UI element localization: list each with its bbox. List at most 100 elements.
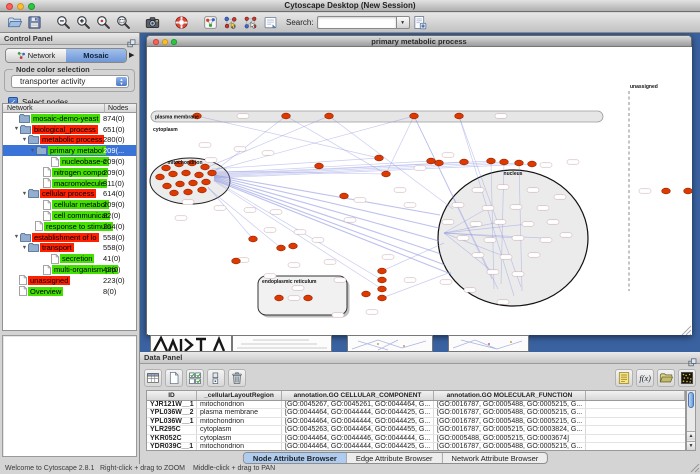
table-cell[interactable]: [GO:0016787, GO:0005488, GO:0005215, G..…: [434, 443, 586, 451]
float-panel-icon[interactable]: [127, 35, 136, 44]
expand-arrow-icon[interactable]: ▼: [21, 137, 28, 143]
graph-node[interactable]: [156, 174, 165, 180]
tree-row-unassigned[interactable]: unassigned223(0): [3, 275, 136, 286]
open-file-icon[interactable]: [4, 14, 24, 32]
delete-attribute-icon[interactable]: [228, 369, 246, 387]
window-zoom-button[interactable]: [171, 39, 177, 45]
attribute-table[interactable]: ID_cellularLayoutRegionannotation.GO CEL…: [146, 390, 686, 451]
graph-node[interactable]: [378, 268, 387, 274]
graph-node[interactable]: [378, 295, 387, 301]
edge[interactable]: [286, 116, 386, 174]
table-cell[interactable]: YJR121W__1: [147, 401, 197, 409]
graph-node[interactable]: [455, 113, 464, 119]
table-cell[interactable]: [GO:0016787, GO:0005488, GO:0005215, G..…: [434, 401, 586, 409]
tree-row-primary-metabol[interactable]: ▼primary metabol209(...: [3, 145, 136, 156]
graph-node[interactable]: [182, 170, 191, 176]
tab-network[interactable]: Network: [6, 49, 66, 62]
edge[interactable]: [208, 187, 253, 239]
edge[interactable]: [212, 116, 286, 173]
table-cell[interactable]: [GO:0044464, GO:0044446, GO:0044444, G..…: [282, 435, 434, 443]
graph-node[interactable]: [249, 236, 258, 242]
tree-row-cellular-process[interactable]: ▼cellular process614(0): [3, 189, 136, 200]
graph-node[interactable]: [500, 159, 509, 165]
graph-node[interactable]: [362, 291, 371, 297]
column-header-2[interactable]: _cellularLayoutRegion: [197, 391, 282, 400]
tree-row-multi-organism-pro[interactable]: multi-organism pro42(0): [3, 264, 136, 275]
graph-node[interactable]: [163, 183, 172, 189]
tree-row-biological-process[interactable]: ▼biological_process651(0): [3, 124, 136, 135]
graph-node[interactable]: [275, 295, 284, 301]
canvas-resize-grip[interactable]: [682, 326, 691, 335]
tree-row-macromolecule[interactable]: macromolecule311(0): [3, 178, 136, 189]
table-cell[interactable]: YLR295C: [147, 426, 197, 434]
table-cell[interactable]: [GO:0044464, GO:0044444, GO:0044425, G..…: [282, 418, 434, 426]
table-cell[interactable]: YPL036W__1: [147, 418, 197, 426]
birdseye-view-panel[interactable]: [2, 335, 137, 457]
graph-node[interactable]: [662, 188, 671, 194]
network-graph[interactable]: plasma membranecytoplasmmitochondrionnuc…: [148, 47, 692, 335]
tree-row-transport[interactable]: ▼transport558(0): [3, 243, 136, 254]
graph-node[interactable]: [378, 286, 387, 292]
save-icon[interactable]: [24, 14, 44, 32]
graph-node[interactable]: [277, 245, 286, 251]
network-panel-icon[interactable]: [200, 14, 220, 32]
window-minimize-button[interactable]: [162, 39, 168, 45]
edge[interactable]: [214, 181, 382, 289]
tab-node-attribute-browser[interactable]: Node Attribute Browser: [244, 453, 347, 463]
attribute-list-icon[interactable]: [615, 369, 633, 387]
tab-mosaic[interactable]: Mosaic: [66, 49, 126, 62]
network-view-window[interactable]: primary metabolic process plasma membran…: [146, 35, 692, 335]
graph-node[interactable]: [684, 188, 692, 194]
select-attributes-icon[interactable]: [186, 369, 204, 387]
graph-node[interactable]: [176, 181, 185, 187]
column-header-3[interactable]: annotation.GO CELLULAR_COMPONENT: [282, 391, 434, 400]
graph-node[interactable]: [232, 258, 241, 264]
table-cell[interactable]: [GO:0045267, GO:0045261, GO:0044464, G..…: [282, 401, 434, 409]
graph-node[interactable]: [325, 113, 334, 119]
network-window-titlebar[interactable]: primary metabolic process: [147, 36, 691, 47]
tree-row-cell-communicat[interactable]: cell communicat22(0): [3, 210, 136, 221]
tab-network-attribute-browser[interactable]: Network Attribute Browser: [443, 453, 548, 463]
table-cell[interactable]: YDR039C__1: [147, 443, 197, 451]
close-button[interactable]: [6, 3, 13, 10]
graph-node[interactable]: [170, 190, 179, 196]
table-cell[interactable]: [GO:0016787, GO:0005215, GO:0003824, G..…: [434, 426, 586, 434]
zoom-button[interactable]: [28, 3, 35, 10]
tree-row-cellular-metabol[interactable]: cellular metabol209(0): [3, 199, 136, 210]
zoom-out-icon[interactable]: [53, 14, 73, 32]
search-input[interactable]: [317, 16, 397, 29]
edge[interactable]: [214, 179, 445, 265]
scrollbar-thumb[interactable]: [688, 392, 694, 408]
graph-node[interactable]: [410, 113, 419, 119]
window-close-button[interactable]: [153, 39, 159, 45]
expand-arrow-icon[interactable]: ▼: [29, 148, 36, 154]
graph-node[interactable]: [195, 172, 204, 178]
table-row[interactable]: YKR052Ccytoplasm[GO:0044464, GO:0044446,…: [147, 435, 685, 444]
table-cell[interactable]: plasma membrane: [197, 409, 282, 417]
edge[interactable]: [208, 116, 329, 167]
window-resize-grip[interactable]: [690, 463, 700, 473]
expand-arrow-icon[interactable]: ▼: [13, 234, 20, 240]
zoom-fit-icon[interactable]: [113, 14, 133, 32]
import-attributes-icon[interactable]: [657, 369, 675, 387]
graph-node[interactable]: [382, 171, 391, 177]
graph-node[interactable]: [427, 158, 436, 164]
tree-row-nitrogen-compo[interactable]: nitrogen compo209(0): [3, 167, 136, 178]
edge[interactable]: [214, 161, 491, 175]
network-canvas[interactable]: plasma membranecytoplasmmitochondrionnuc…: [148, 47, 692, 335]
tree-row-nucleobase-c[interactable]: nucleobase-c209(0): [3, 156, 136, 167]
table-row[interactable]: YJR121W__1mitochondrion[GO:0045267, GO:0…: [147, 401, 685, 410]
graph-node[interactable]: [460, 159, 469, 165]
table-cell[interactable]: [GO:0016787, GO:0005488, GO:0005215, G..…: [434, 409, 586, 417]
scroll-up-button[interactable]: ▲: [687, 431, 695, 440]
table-cell[interactable]: mitochondrion: [197, 418, 282, 426]
table-cell[interactable]: cytoplasm: [197, 435, 282, 443]
matrix-icon[interactable]: [678, 369, 696, 387]
tree-row-overview[interactable]: Overview8(0): [3, 286, 136, 297]
graph-node[interactable]: [202, 179, 211, 185]
tab-edge-attribute-browser[interactable]: Edge Attribute Browser: [347, 453, 443, 463]
table-cell[interactable]: [GO:0045263, GO:0044464, GO:0044455, G..…: [282, 426, 434, 434]
graph-node[interactable]: [208, 170, 217, 176]
tree-row-establishment-of-lo[interactable]: ▼establishment of lo558(0): [3, 232, 136, 243]
column-header-1[interactable]: ID: [147, 391, 197, 400]
